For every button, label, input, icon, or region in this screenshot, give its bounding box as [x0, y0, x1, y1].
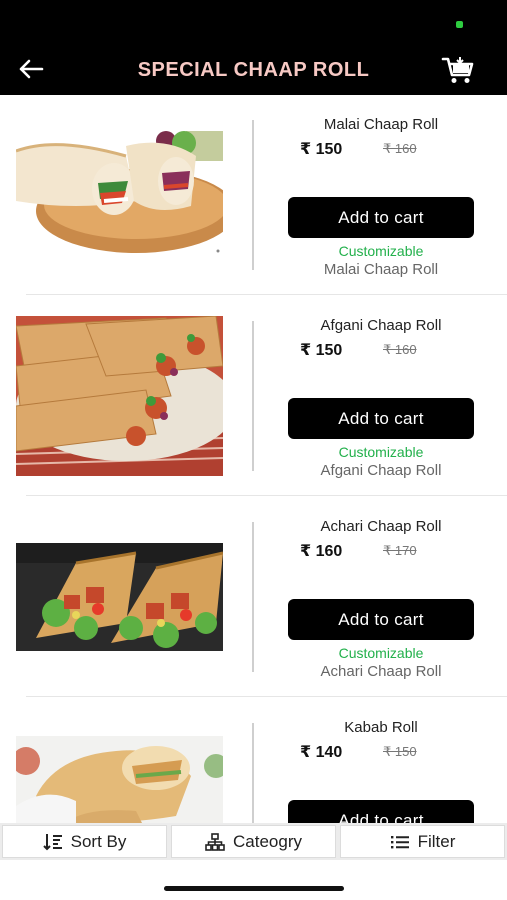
page-title: SPECIAL CHAAP ROLL [137, 59, 370, 81]
product-subtitle: Achari Chaap Roll [320, 663, 442, 680]
filter-label: Filter [417, 831, 456, 851]
vertical-separator [252, 522, 254, 672]
filter-button[interactable]: Filter [340, 825, 505, 858]
product-image-achari-chaap-roll[interactable] [16, 543, 223, 651]
vertical-separator [252, 120, 254, 270]
sort-by-label: Sort By [70, 831, 127, 851]
product-image-kabab-roll[interactable] [16, 736, 223, 823]
product-card[interactable]: Achari Chaap Roll ₹ 160 ₹ 170 Add to car… [0, 497, 507, 697]
home-indicator[interactable] [164, 886, 344, 891]
product-mrp: ₹ 160 [383, 342, 417, 357]
product-divider [26, 294, 507, 295]
product-card[interactable]: Malai Chaap Roll ₹ 150 ₹ 160 Add to cart… [0, 95, 507, 295]
product-price: ₹ 150 [300, 342, 343, 359]
add-to-cart-button[interactable]: Add to cart [288, 197, 474, 238]
product-mrp: ₹ 170 [383, 543, 417, 558]
product-list[interactable]: Malai Chaap Roll ₹ 150 ₹ 160 Add to cart… [0, 95, 507, 823]
product-divider [26, 495, 507, 496]
product-mrp: ₹ 150 [383, 744, 417, 759]
app-header: SPECIAL CHAAP ROLL [0, 44, 507, 95]
camera-indicator-dot [456, 21, 463, 28]
bottom-action-bar: Sort By Cateogry Filter [0, 823, 507, 860]
product-name: Achari Chaap Roll [320, 518, 442, 535]
add-to-cart-button[interactable]: Add to cart [288, 398, 474, 439]
product-subtitle: Afgani Chaap Roll [320, 462, 442, 479]
category-tree-icon [205, 832, 225, 851]
customizable-label[interactable]: Customizable [255, 645, 507, 661]
add-to-cart-button[interactable]: Add to cart [288, 599, 474, 640]
vertical-separator [252, 321, 254, 471]
sort-icon [42, 833, 62, 850]
product-name: Malai Chaap Roll [323, 116, 439, 133]
cart-icon [441, 57, 474, 83]
product-name: Afgani Chaap Roll [320, 317, 442, 334]
product-mrp: ₹ 160 [383, 141, 417, 156]
add-to-cart-button[interactable]: Add to cart [288, 800, 474, 823]
status-bar [0, 0, 507, 44]
product-price: ₹ 140 [300, 744, 343, 761]
product-image-afgani-chaap-roll[interactable] [16, 316, 223, 476]
vertical-separator [252, 723, 254, 823]
product-subtitle: Malai Chaap Roll [323, 261, 439, 278]
product-name: Kabab Roll [344, 719, 418, 736]
product-image-malai-chaap-roll[interactable] [16, 131, 223, 259]
product-card[interactable]: Kabab Roll ₹ 140 ₹ 150 Add to cart [0, 698, 507, 823]
customizable-label[interactable]: Customizable [255, 243, 507, 259]
product-price: ₹ 150 [300, 141, 343, 158]
filter-list-icon [390, 835, 409, 848]
sort-by-button[interactable]: Sort By [2, 825, 167, 858]
product-divider [26, 696, 507, 697]
product-card[interactable]: Afgani Chaap Roll ₹ 150 ₹ 160 Add to car… [0, 296, 507, 496]
product-price: ₹ 160 [300, 543, 343, 560]
cart-button[interactable] [438, 52, 478, 88]
category-button[interactable]: Cateogry [171, 825, 336, 858]
customizable-label[interactable]: Customizable [255, 444, 507, 460]
category-label: Cateogry [233, 831, 302, 851]
